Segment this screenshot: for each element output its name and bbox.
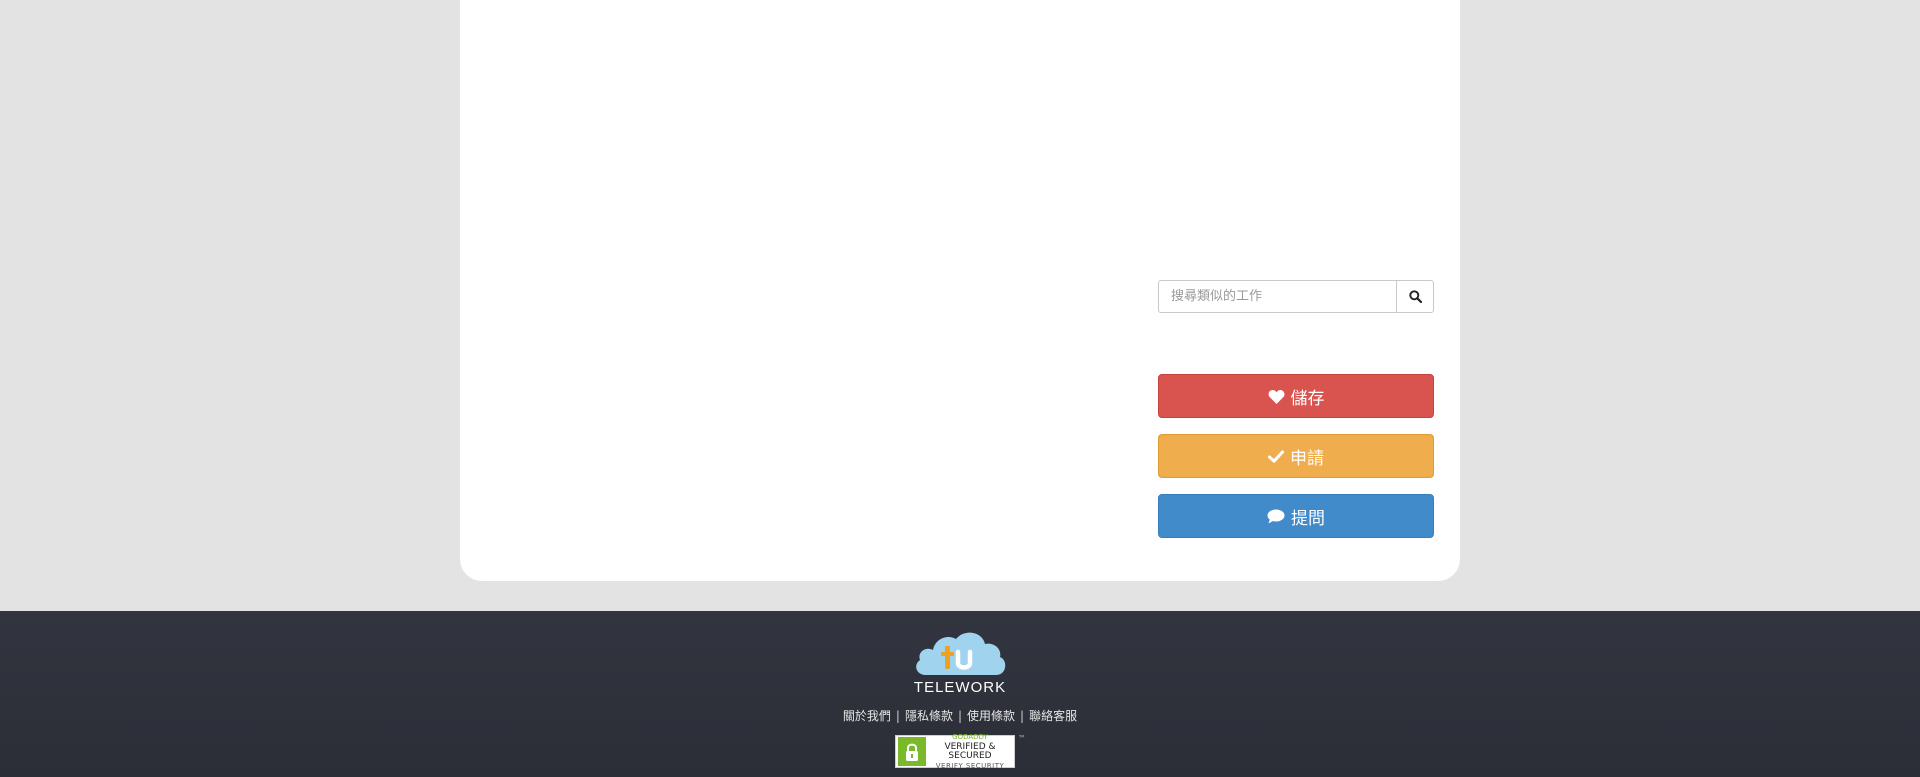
ask-question-button-label: 提問 — [1291, 508, 1325, 529]
content-card: 儲存 申請 提問 — [460, 0, 1460, 581]
seal-brand: GODADDY — [952, 732, 988, 741]
check-icon — [1268, 450, 1284, 463]
telework-logo[interactable]: TELEWORK — [912, 629, 1008, 697]
search-icon — [1408, 290, 1422, 303]
footer-link-terms[interactable]: 使用條款 — [967, 709, 1015, 723]
seal-main-text: VERIFIED & SECURED — [944, 741, 996, 761]
link-separator: | — [957, 709, 963, 723]
search-button[interactable] — [1396, 280, 1434, 313]
seal-text: GODADDY VERIFIED & SECURED VERIFY SECURI… — [926, 732, 1014, 770]
godaddy-security-seal[interactable]: GODADDY VERIFIED & SECURED VERIFY SECURI… — [895, 732, 1026, 770]
lock-icon — [898, 737, 926, 766]
seal-sub-text: VERIFY SECURITY — [935, 761, 1005, 770]
footer-link-contact[interactable]: 聯絡客服 — [1029, 709, 1077, 723]
footer-links: 關於我們 | 隱私條款 | 使用條款 | 聯絡客服 — [0, 707, 1920, 724]
search-input[interactable] — [1158, 280, 1396, 313]
save-button[interactable]: 儲存 — [1158, 374, 1434, 418]
heart-icon — [1268, 389, 1285, 404]
link-separator: | — [1020, 709, 1025, 723]
trademark-icon: ™ — [1018, 734, 1026, 743]
ask-question-button[interactable]: 提問 — [1158, 494, 1434, 538]
comment-icon — [1267, 509, 1285, 524]
cloud-logo-icon — [916, 632, 1006, 675]
footer: TELEWORK 關於我們 | 隱私條款 | 使用條款 | 聯絡客服 GODADDY VER… — [0, 611, 1920, 777]
apply-button-label: 申請 — [1290, 448, 1324, 469]
save-button-label: 儲存 — [1290, 388, 1325, 409]
apply-button[interactable]: 申請 — [1158, 434, 1434, 478]
footer-link-privacy[interactable]: 隱私條款 — [905, 709, 953, 723]
logo-text: TELEWORK — [913, 679, 1007, 696]
search-box — [1158, 280, 1434, 313]
link-separator: | — [895, 709, 900, 723]
footer-link-about[interactable]: 關於我們 — [843, 709, 891, 723]
